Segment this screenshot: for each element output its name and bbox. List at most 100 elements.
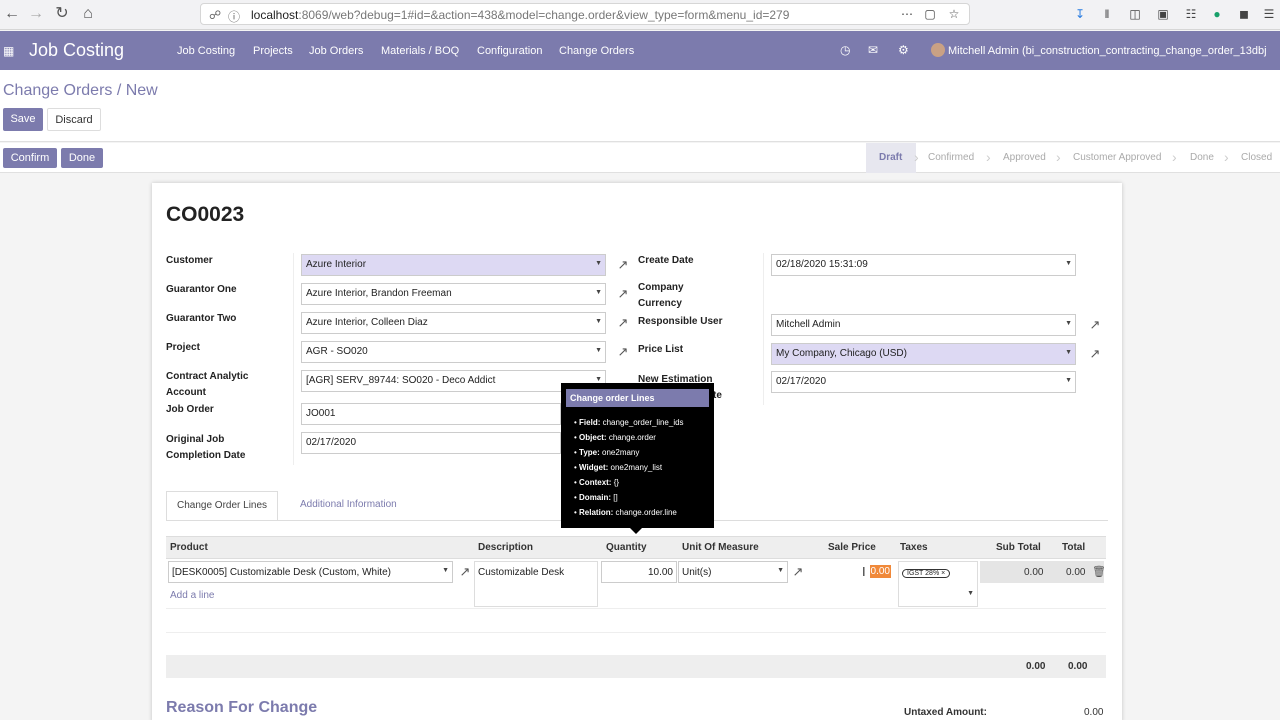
ext-dark-icon[interactable]: ◼ (1235, 5, 1253, 23)
label-guarantor-one: Guarantor One (166, 284, 237, 295)
status-confirmed[interactable]: Confirmed (928, 152, 974, 163)
guarantor-two-field[interactable]: Azure Interior, Colleen Diaz ▼ (301, 312, 606, 334)
menu-projects[interactable]: Projects (253, 45, 293, 57)
status-draft[interactable]: Draft (879, 152, 902, 163)
library-icon[interactable]: ‖ (1098, 5, 1116, 23)
star-icon[interactable]: ☆ (945, 5, 963, 23)
screenshot-icon[interactable]: ▣ (1154, 5, 1172, 23)
reload-icon[interactable]: ↻ (52, 4, 72, 24)
orig-date-value: 02/17/2020 (306, 437, 357, 448)
reason-title: Reason For Change (166, 699, 318, 716)
clock-icon[interactable]: ◷ (840, 43, 850, 57)
menu-icon[interactable]: ☰ (1260, 5, 1278, 23)
responsible-user-field[interactable]: Mitchell Admin ▼ (771, 314, 1076, 336)
address-bar[interactable]: ☍ ⓘ localhost:8069/web?debug=1#id=&actio… (200, 3, 970, 25)
home-icon[interactable]: ⌂ (78, 4, 98, 24)
close-icon[interactable]: × (941, 570, 945, 577)
table-row[interactable]: [DESK0005] Customizable Desk (Custom, Wh… (166, 561, 1106, 607)
bug-icon[interactable]: ⚙ (898, 43, 909, 57)
label-orig-date-2: Completion Date (166, 450, 246, 461)
product-cell[interactable]: [DESK0005] Customizable Desk (Custom, Wh… (168, 561, 453, 583)
status-done[interactable]: Done (1190, 152, 1214, 163)
menu-configuration[interactable]: Configuration (477, 45, 542, 57)
menu-job-orders[interactable]: Job Orders (309, 45, 363, 57)
field-tooltip: Change order Lines • Field: change_order… (561, 383, 714, 528)
customer-value: Azure Interior (306, 259, 367, 270)
column-product[interactable]: Product (170, 542, 208, 553)
new-estimation-date-field[interactable]: 02/17/2020 ▼ (771, 371, 1076, 393)
guarantor-one-value: Azure Interior, Brandon Freeman (306, 288, 452, 299)
chat-icon[interactable]: ✉ (868, 43, 878, 57)
guarantor-one-field[interactable]: Azure Interior, Brandon Freeman ▼ (301, 283, 606, 305)
column-uom[interactable]: Unit Of Measure (682, 542, 759, 553)
extension-icon[interactable]: ☷ (1182, 5, 1200, 23)
customer-field[interactable]: Azure Interior ▼ (301, 254, 606, 276)
chevron-right-icon: › (1056, 149, 1061, 165)
footer-total: 0.00 (1068, 661, 1088, 672)
column-divider (293, 253, 294, 465)
external-link-icon[interactable]: ↗ (1087, 317, 1103, 333)
create-date-field[interactable]: 02/18/2020 15:31:09 ▼ (771, 254, 1076, 276)
taxes-cell[interactable]: IGST 28% × ▼ (898, 561, 978, 607)
pricelist-value: My Company, Chicago (USD) (776, 348, 907, 359)
menu-job-costing[interactable]: Job Costing (177, 45, 235, 57)
status-approved[interactable]: Approved (1003, 152, 1046, 163)
forward-icon[interactable]: → (26, 4, 46, 24)
tax-tag-label: IGST 28% (907, 570, 940, 577)
orig-completion-date-field[interactable]: 02/17/2020 (301, 432, 561, 454)
download-icon[interactable]: ↧ (1071, 5, 1089, 23)
pricelist-field[interactable]: My Company, Chicago (USD) ▼ (771, 343, 1076, 365)
project-field[interactable]: AGR - SO020 ▼ (301, 341, 606, 363)
text-cursor-icon: I (862, 564, 866, 579)
status-customer-approved[interactable]: Customer Approved (1073, 152, 1161, 163)
confirm-button[interactable]: Confirm (3, 148, 57, 168)
external-link-icon[interactable]: ↗ (615, 286, 631, 302)
more-icon[interactable]: ⋯ (898, 5, 916, 23)
back-icon[interactable]: ← (2, 4, 22, 24)
external-link-icon[interactable]: ↗ (790, 564, 806, 580)
external-link-icon[interactable]: ↗ (615, 344, 631, 360)
avatar[interactable] (931, 43, 945, 57)
tooltip-item: • Relation: change.order.line (574, 508, 677, 517)
quantity-cell[interactable]: 10.00 (601, 561, 677, 583)
user-menu[interactable]: Mitchell Admin (bi_construction_contract… (948, 45, 1267, 57)
label-job-order: Job Order (166, 404, 214, 415)
caret-down-icon: ▼ (1065, 320, 1072, 327)
sale-price-cell[interactable]: I 0.00 (808, 561, 894, 583)
column-subtotal[interactable]: Sub Total (996, 542, 1041, 553)
trash-icon[interactable]: 🗑 (1092, 565, 1106, 578)
column-quantity[interactable]: Quantity (606, 542, 647, 553)
tab-additional-information[interactable]: Additional Information (290, 491, 407, 521)
subtotal-value: 0.00 (1024, 567, 1044, 578)
app-brand[interactable]: Job Costing (29, 40, 124, 61)
sale-price-value: 0.00 (869, 565, 891, 578)
external-link-icon[interactable]: ↗ (1087, 346, 1103, 362)
column-sale-price[interactable]: Sale Price (828, 542, 876, 553)
column-total[interactable]: Total (1062, 542, 1085, 553)
done-button[interactable]: Done (61, 148, 103, 168)
url-text: localhost:8069/web?debug=1#id=&action=43… (251, 8, 790, 22)
column-taxes[interactable]: Taxes (900, 542, 928, 553)
status-closed[interactable]: Closed (1241, 152, 1272, 163)
add-line-link[interactable]: Add a line (170, 590, 214, 601)
menu-materials-boq[interactable]: Materials / BOQ (381, 45, 459, 57)
tab-change-order-lines[interactable]: Change Order Lines (166, 491, 279, 521)
tax-tag[interactable]: IGST 28% × (902, 569, 951, 578)
grammarly-icon[interactable]: ● (1208, 5, 1226, 23)
external-link-icon[interactable]: ↗ (615, 257, 631, 273)
apps-icon[interactable]: ▦ (3, 44, 14, 58)
uom-cell[interactable]: Unit(s) ▼ (678, 561, 788, 583)
sidebar-icon[interactable]: ◫ (1126, 5, 1144, 23)
tooltip-item: • Context: {} (574, 478, 620, 487)
job-order-field[interactable]: JO001 (301, 403, 561, 425)
menu-change-orders[interactable]: Change Orders (559, 45, 634, 57)
label-analytic-2: Account (166, 387, 206, 398)
external-link-icon[interactable]: ↗ (457, 564, 473, 580)
column-description[interactable]: Description (478, 542, 533, 553)
pocket-icon[interactable]: ▢ (921, 5, 939, 23)
save-button[interactable]: Save (3, 108, 43, 131)
discard-button[interactable]: Discard (47, 108, 101, 131)
external-link-icon[interactable]: ↗ (615, 315, 631, 331)
caret-down-icon: ▼ (1065, 377, 1072, 384)
description-cell[interactable]: Customizable Desk (474, 561, 598, 607)
